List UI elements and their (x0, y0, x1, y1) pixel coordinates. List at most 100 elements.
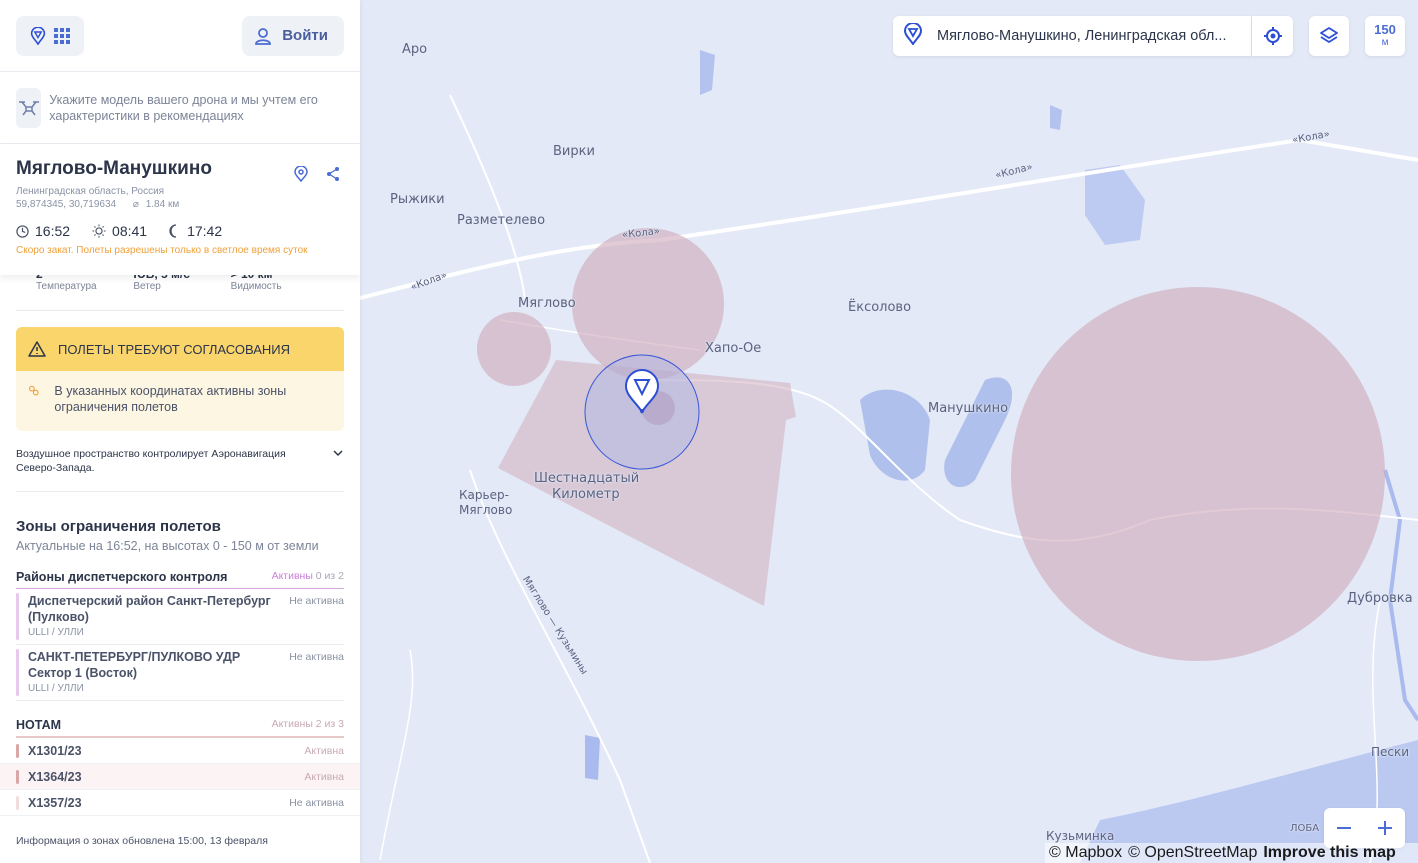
notam-item[interactable]: X1364/23 Активна (0, 764, 360, 790)
map-label: Манушкино (928, 401, 1009, 416)
zone-code: ULLI / УЛЛИ (28, 683, 84, 694)
visibility-label: Видимость (230, 281, 282, 292)
map-label: Разметелево (457, 213, 546, 228)
map-label: Километр (552, 487, 620, 502)
place-coords: 59,874345, 30,719634 (16, 199, 117, 210)
sunset-warning: Скоро закат. Полеты разрешены только в с… (16, 245, 308, 256)
zone-color-bar (16, 593, 19, 640)
moon-icon (169, 224, 177, 238)
map-label: Шестнадцатый (534, 471, 640, 486)
airspace-controller[interactable]: Воздушное пространство контролирует Аэро… (16, 447, 344, 492)
brand-logo-icon (30, 26, 46, 45)
restriction-zone-circle[interactable] (1011, 287, 1385, 661)
airspace-text: Воздушное пространство контролирует Аэро… (16, 448, 286, 474)
notam-item[interactable]: X1301/23 Активна (0, 738, 360, 764)
notam-item[interactable]: X1357/23 Не активна (0, 790, 360, 816)
locate-button[interactable] (1252, 16, 1293, 56)
login-button[interactable]: Войти (242, 15, 344, 56)
zones-title: Зоны ограничения полетов (16, 518, 221, 535)
alert-body: В указанных координатах активны зоны огр… (16, 371, 344, 431)
notam-color-bar (16, 795, 19, 810)
map-label: Пески (1371, 745, 1410, 759)
alert-header: ПОЛЕТЫ ТРЕБУЮТ СОГЛАСОВАНИЯ (16, 327, 344, 371)
zone-item[interactable]: САНКТ-ПЕТЕРБУРГ/ПУЛКОВО УДР Сектор 1 (Во… (16, 649, 344, 701)
count-prefix: Активны (271, 570, 316, 582)
layers-icon (1320, 27, 1338, 43)
zones-icon (29, 385, 39, 396)
weather-visibility: > 10 км Видимость (230, 267, 328, 310)
control-group-count: Активны 0 из 2 (272, 570, 344, 584)
notam-id: X1357/23 (28, 795, 82, 810)
chevron-down-icon (333, 450, 343, 457)
current-time: 16:52 (16, 223, 70, 239)
map-label: Ёксолово (848, 300, 912, 315)
zoom-out-button[interactable] (1324, 808, 1365, 848)
search-input[interactable] (937, 28, 1237, 44)
place-coords-row: 59,874345, 30,719634 ⌀ 1.84 км (16, 198, 344, 211)
notam-id: X1364/23 (28, 769, 82, 784)
zones-subtitle: Актуальные на 16:52, на высотах 0 - 150 … (16, 539, 319, 553)
map-label: Рыжики (390, 192, 445, 207)
drone-select[interactable]: Укажите модель вашего дрона и мы учтем е… (0, 72, 360, 144)
layers-button[interactable] (1309, 16, 1349, 56)
diameter-icon: ⌀ (132, 199, 139, 210)
control-group-title: Районы диспетчерского контроля (16, 570, 228, 584)
brand-logo-icon (903, 21, 923, 50)
altitude-button[interactable]: 150 м (1365, 16, 1405, 56)
sunrise-time: 08:41 (92, 223, 147, 239)
login-label: Войти (282, 27, 328, 44)
map-label: Вирки (553, 144, 595, 159)
drone-icon (16, 87, 42, 128)
warning-icon (28, 341, 46, 357)
place-card: Мяглово-Манушкино Ленинградская область,… (0, 144, 360, 275)
map-label: Аро (402, 42, 428, 57)
pond (1085, 165, 1145, 245)
pond (585, 735, 600, 780)
attribution-osm[interactable]: © OpenStreetMap (1128, 844, 1257, 862)
zone-name: САНКТ-ПЕТЕРБУРГ/ПУЛКОВО УДР Сектор 1 (Во… (28, 650, 241, 680)
sunset-time: 17:42 (169, 223, 222, 239)
map-label: ЛОБА (1290, 823, 1320, 834)
menu-button[interactable] (16, 15, 84, 56)
grid-icon (54, 27, 70, 44)
clock-icon (16, 224, 29, 238)
lake (860, 389, 930, 481)
pin-icon[interactable] (294, 166, 308, 182)
map-attribution: © Mapbox © OpenStreetMap Improve this ma… (1045, 843, 1418, 863)
minus-icon (1337, 827, 1352, 829)
zoom-control (1324, 808, 1405, 848)
control-group-header[interactable]: Районы диспетчерского контроля Активны 0… (16, 570, 344, 589)
zone-code: ULLI / УЛЛИ (28, 627, 84, 638)
crosshair-icon (1263, 27, 1282, 45)
notam-color-bar (16, 743, 19, 758)
wind-label: Ветер (133, 281, 161, 292)
zone-color-bar (16, 649, 19, 696)
attribution-improve[interactable]: Improve this map (1263, 844, 1395, 862)
restriction-zone-circle[interactable] (477, 312, 551, 386)
temperature-label: Температура (36, 281, 97, 292)
zoom-in-button[interactable] (1365, 808, 1406, 848)
attribution-mapbox[interactable]: © Mapbox (1049, 844, 1122, 862)
zone-status: Не активна (289, 595, 344, 607)
alert-text: В указанных координатах активны зоны огр… (54, 384, 287, 414)
zone-item[interactable]: Диспетчерский район Санкт-Петербург (Пул… (16, 593, 344, 645)
pond (1050, 105, 1062, 130)
topbar: Войти (0, 0, 360, 72)
drone-prompt: Укажите модель вашего дрона и мы учтем е… (49, 92, 318, 123)
map-label: Карьер- (459, 488, 509, 502)
map-label: Хапо-Ое (705, 341, 762, 356)
weather-wind: ЮВ, 5 м/с Ветер (133, 267, 230, 310)
user-icon (255, 27, 272, 45)
notam-id: X1301/23 (28, 743, 82, 758)
share-icon[interactable] (326, 166, 340, 182)
notam-status: Не активна (289, 796, 344, 809)
pond (700, 50, 715, 95)
sunset-value: 17:42 (187, 223, 223, 239)
sun-icon (92, 224, 106, 238)
notam-color-bar (16, 769, 19, 784)
zone-status: Не активна (289, 651, 344, 663)
flight-alert: ПОЛЕТЫ ТРЕБУЮТ СОГЛАСОВАНИЯ В указанных … (16, 327, 344, 431)
notam-group-header[interactable]: НОТАМ Активны 2 из 3 (16, 718, 344, 738)
place-diameter: 1.84 км (145, 199, 180, 210)
location-search[interactable] (893, 16, 1251, 56)
